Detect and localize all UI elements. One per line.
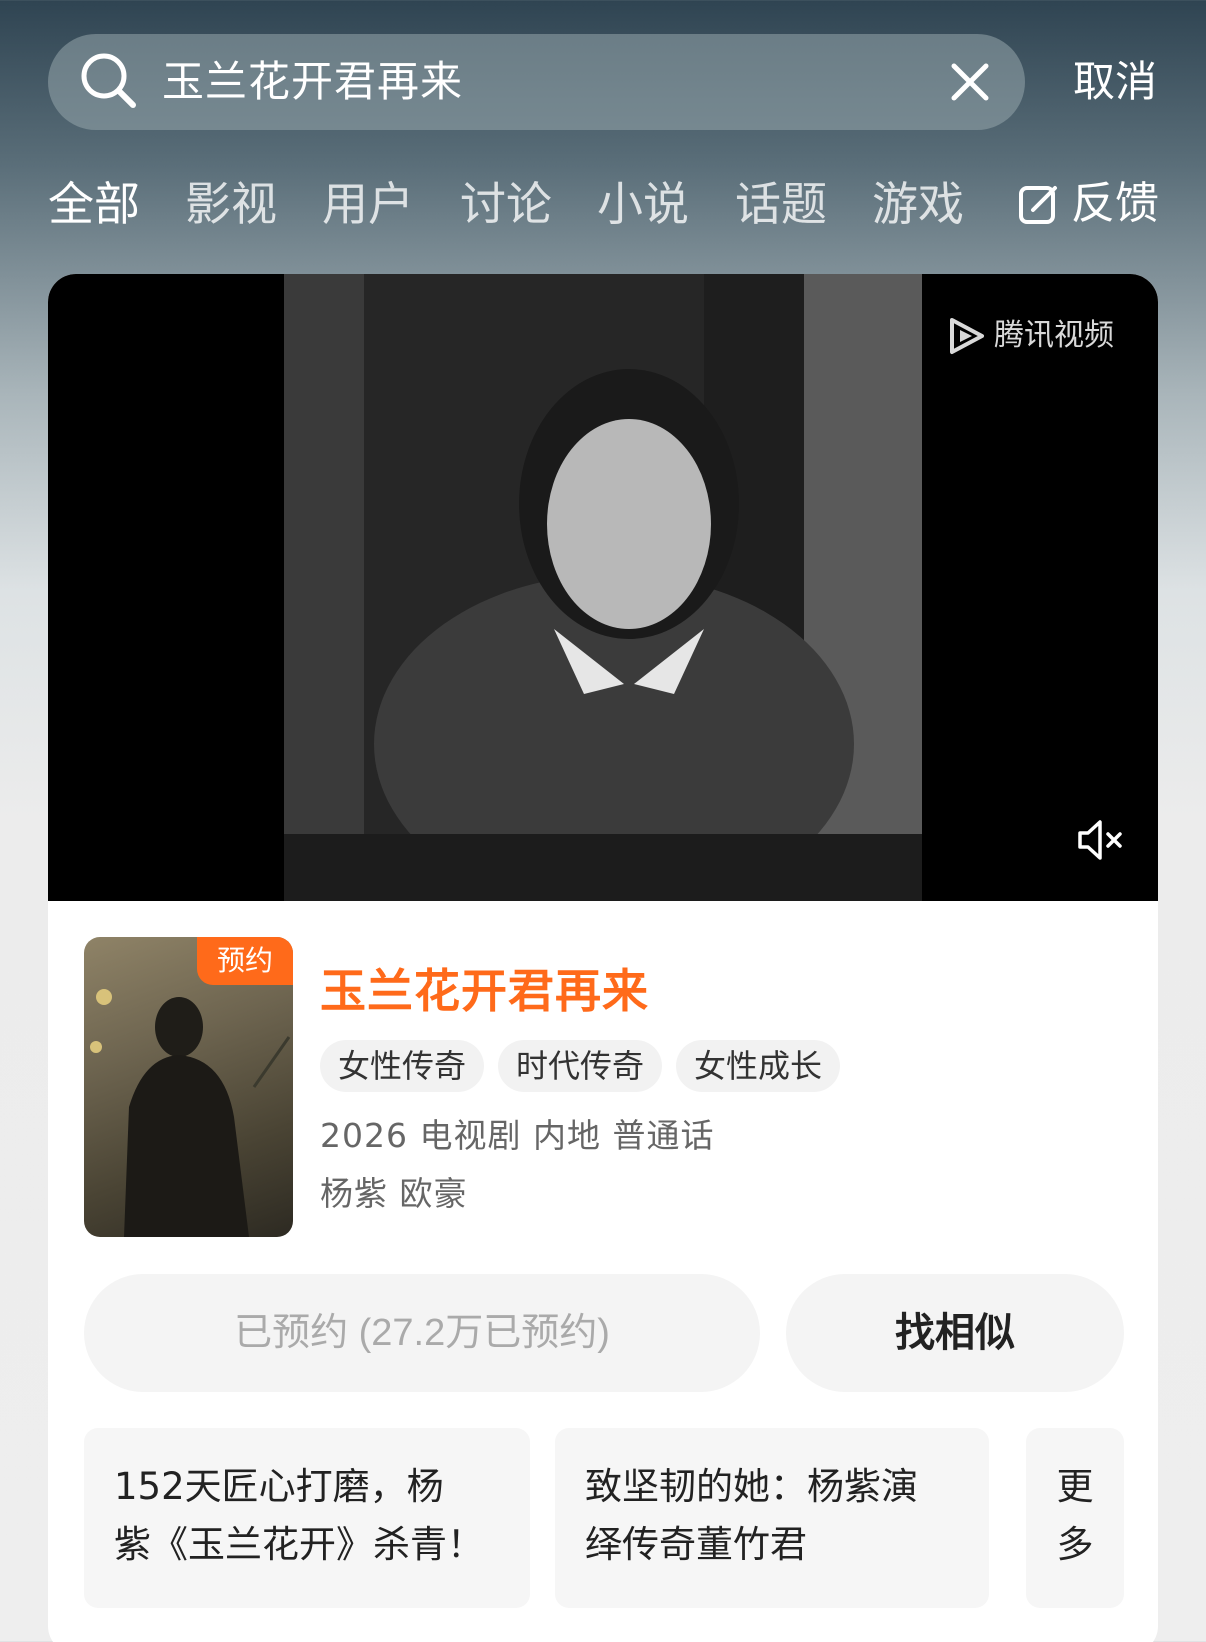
edit-icon xyxy=(1019,186,1057,224)
search-icon xyxy=(81,53,136,108)
category-tabs: 全部 影视 用户 讨论 小说 话题 游戏 xyxy=(48,172,983,236)
news-title-line: 绎传奇董竹君 xyxy=(585,1523,807,1566)
news-title-line: 紫《玉兰花开》杀青！ xyxy=(114,1523,484,1566)
news-title-line: 致坚韧的她：杨紫演 xyxy=(585,1465,918,1508)
tencent-video-logo-icon xyxy=(950,318,984,354)
show-cast: 杨紫 欧豪 xyxy=(320,1174,468,1213)
cancel-button[interactable]: 取消 xyxy=(1073,54,1157,110)
genre-tags: 女性传奇 时代传奇 女性成长 xyxy=(320,1040,841,1092)
video-frame xyxy=(284,274,922,901)
search-box[interactable]: 玉兰花开君再来 xyxy=(48,34,1025,130)
brand-text: 腾讯视频 xyxy=(994,318,1114,353)
video-player[interactable]: 腾讯视频 xyxy=(48,274,1158,901)
tab-users[interactable]: 用户 xyxy=(322,172,414,236)
tab-film-tv[interactable]: 影视 xyxy=(185,172,277,236)
tab-discussion[interactable]: 讨论 xyxy=(460,172,552,236)
brand-watermark: 腾讯视频 xyxy=(944,314,1114,358)
mute-icon[interactable] xyxy=(1074,814,1126,866)
genre-tag[interactable]: 女性传奇 xyxy=(320,1040,485,1092)
feedback-label: 反馈 xyxy=(1071,178,1159,229)
reserved-button[interactable]: 已预约 (27.2万已预约) xyxy=(84,1274,760,1392)
close-icon[interactable] xyxy=(944,56,996,108)
search-row: 玉兰花开君再来 取消 xyxy=(48,34,1158,130)
find-similar-button[interactable]: 找相似 xyxy=(786,1274,1124,1392)
more-button[interactable]: 更 多 xyxy=(1026,1428,1124,1608)
tab-topics[interactable]: 话题 xyxy=(735,172,827,236)
show-title[interactable]: 玉兰花开君再来 xyxy=(320,960,649,1022)
genre-tag[interactable]: 时代传奇 xyxy=(498,1040,663,1092)
news-card[interactable]: 152天匠心打磨，杨 紫《玉兰花开》杀青！ xyxy=(84,1428,530,1608)
feedback-button[interactable]: 反馈 xyxy=(1017,172,1159,236)
reserve-badge: 预约 xyxy=(197,937,293,985)
genre-tag[interactable]: 女性成长 xyxy=(676,1040,841,1092)
result-card: 腾讯视频 预约 玉兰花开君再来 女性传奇 时代传奇 女性成长 2026 电视剧 … xyxy=(48,274,1158,1642)
more-label: 更 xyxy=(1056,1465,1094,1508)
news-card[interactable]: 致坚韧的她：杨紫演 绎传奇董竹君 xyxy=(555,1428,989,1608)
tab-all[interactable]: 全部 xyxy=(48,172,140,236)
video-still xyxy=(284,274,922,901)
more-label: 多 xyxy=(1056,1523,1094,1566)
poster-image[interactable]: 预约 xyxy=(84,937,293,1237)
tab-games[interactable]: 游戏 xyxy=(872,172,964,236)
news-title-line: 152天匠心打磨，杨 xyxy=(114,1465,444,1508)
show-meta: 2026 电视剧 内地 普通话 xyxy=(320,1116,715,1155)
search-input[interactable]: 玉兰花开君再来 xyxy=(162,54,463,110)
tab-novel[interactable]: 小说 xyxy=(597,172,689,236)
